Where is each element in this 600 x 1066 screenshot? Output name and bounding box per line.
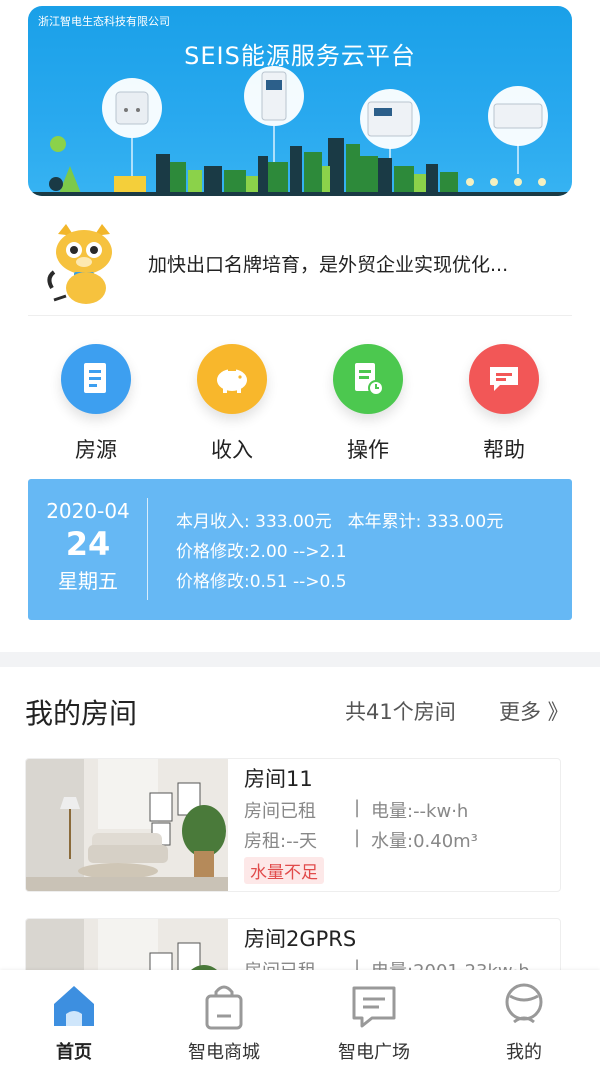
quick-action-listings[interactable]: 房源 [46, 344, 146, 464]
tab-label: 我的 [506, 1042, 542, 1063]
document-icon [61, 344, 131, 414]
divider: | [354, 827, 361, 848]
room-water: 水量:0.40m³ [371, 831, 478, 852]
tab-square[interactable]: 智电广场 [314, 982, 434, 1064]
room-info-row: 房租:--天 | 水量:0.40m³ [244, 827, 478, 853]
year-total: 本年累计: 333.00元 [347, 512, 504, 532]
date-block: 2020-04 24 星期五 [28, 499, 148, 594]
quick-action-label: 操作 [347, 438, 389, 462]
room-photo [26, 759, 228, 891]
chat-icon [469, 344, 539, 414]
company-name: 浙江智电生态科技有限公司 [38, 15, 170, 28]
banner-illustration [28, 66, 572, 196]
tab-label: 智电广场 [338, 1042, 410, 1063]
status-badge: 水量不足 [244, 857, 324, 884]
bottom-tab-bar: 首页 智电商城 智电广场 我的 [0, 970, 600, 1066]
quick-action-help[interactable]: 帮助 [454, 344, 554, 464]
day-number: 24 [65, 525, 111, 563]
room-rent: 房租:--天 [244, 831, 318, 852]
section-separator [0, 652, 600, 667]
banner-title: SEIS能源服务云平台 [184, 42, 416, 70]
summary-panel: 2020-04 24 星期五 本月收入: 333.00元 本年累计: 333.00… [28, 479, 572, 620]
room-status: 房间已租 [244, 801, 316, 822]
shopping-bag-icon [205, 985, 243, 1030]
more-link[interactable]: 更多 》 [499, 696, 569, 726]
price-change: 价格修改:0.51 -->0.5 [176, 572, 347, 592]
tab-mine[interactable]: 我的 [464, 982, 584, 1064]
room-name: 房间11 [244, 767, 313, 791]
quick-actions: 房源 收入 操作 帮助 [28, 344, 572, 468]
tab-label: 首页 [56, 1042, 92, 1063]
section-title: 我的房间 [25, 697, 138, 730]
message-square-icon [352, 986, 396, 1028]
notice-bar[interactable]: 加快出口名牌培育，是外贸企业实现优化... [28, 212, 572, 316]
divider [147, 498, 148, 600]
price-change: 价格修改:2.00 -->2.1 [176, 542, 347, 562]
room-card[interactable]: 房间11 房间已租 | 电量:--kw·h 房租:--天 | 水量:0.40m³… [25, 758, 561, 892]
rooms-section-header: 我的房间 共41个房间 更多 》 [25, 688, 575, 732]
user-icon [505, 983, 543, 1024]
tab-label: 智电商城 [188, 1042, 260, 1063]
piggy-bank-icon [197, 344, 267, 414]
quick-action-label: 收入 [211, 438, 253, 462]
notice-text: 加快出口名牌培育，是外贸企业实现优化... [148, 254, 509, 276]
home-page: 浙江智电生态科技有限公司 SEIS能源服务云平台 加快出口名牌培育，是外贸企业实… [0, 0, 600, 1066]
home-icon [54, 986, 94, 1026]
tiger-mascot-icon [47, 224, 112, 304]
quick-action-label: 房源 [75, 438, 117, 462]
operation-clock-icon [333, 344, 403, 414]
year-month: 2020-04 [46, 499, 130, 523]
divider: | [354, 797, 361, 818]
quick-action-operation[interactable]: 操作 [318, 344, 418, 464]
banner[interactable]: 浙江智电生态科技有限公司 SEIS能源服务云平台 [28, 6, 572, 196]
quick-action-income[interactable]: 收入 [182, 344, 282, 464]
room-info-row: 房间已租 | 电量:--kw·h [244, 797, 468, 823]
room-name: 房间2GPRS [244, 927, 357, 951]
quick-action-label: 帮助 [483, 438, 525, 462]
month-income: 本月收入: 333.00元 [176, 512, 332, 532]
weekday: 星期五 [58, 569, 118, 593]
tab-home[interactable]: 首页 [14, 982, 134, 1064]
room-count: 共41个房间 [345, 700, 456, 724]
summary-lines: 本月收入: 333.00元 本年累计: 333.00元 价格修改:2.00 -->… [176, 507, 519, 597]
tab-mall[interactable]: 智电商城 [164, 982, 284, 1064]
room-electricity: 电量:--kw·h [371, 801, 469, 822]
